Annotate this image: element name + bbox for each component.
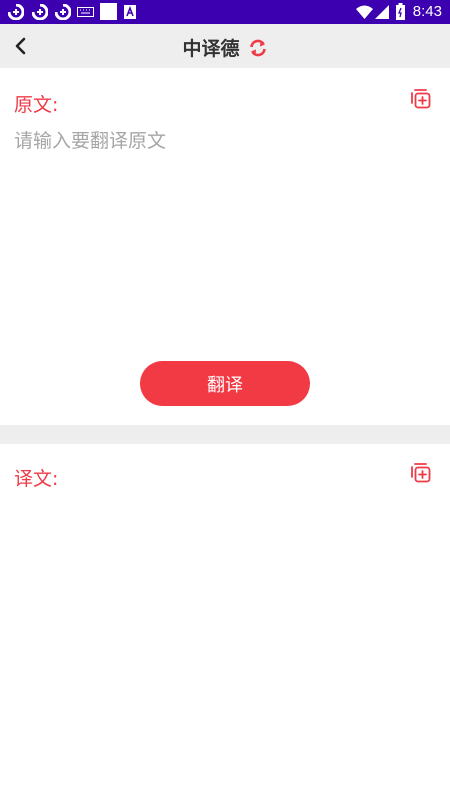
page-title: 中译德 — [182, 38, 240, 60]
battery-icon — [396, 3, 405, 20]
source-text-input[interactable] — [14, 126, 434, 326]
sync-icon — [55, 4, 71, 20]
output-section: 译文: — [0, 444, 450, 800]
sync-icon — [8, 4, 24, 20]
signal-icon — [375, 5, 389, 19]
status-time: 8:43 — [412, 3, 442, 20]
source-section: 原文: 翻译 — [0, 68, 450, 425]
sync-icon — [32, 4, 48, 20]
copy-add-icon[interactable] — [410, 461, 432, 483]
wifi-icon — [356, 5, 373, 19]
status-bar: 8:43 — [0, 0, 450, 24]
swap-refresh-icon[interactable] — [248, 38, 268, 58]
keyboard-icon — [77, 7, 94, 17]
a-icon — [124, 5, 136, 19]
output-label: 译文: — [14, 468, 59, 490]
square-icon — [100, 3, 117, 20]
title-area: 中译德 — [0, 34, 450, 61]
source-label: 原文: — [14, 94, 59, 116]
translate-button[interactable]: 翻译 — [140, 361, 310, 406]
copy-add-icon[interactable] — [410, 87, 432, 109]
section-divider — [0, 425, 450, 444]
header-bar: 中译德 — [0, 24, 450, 68]
